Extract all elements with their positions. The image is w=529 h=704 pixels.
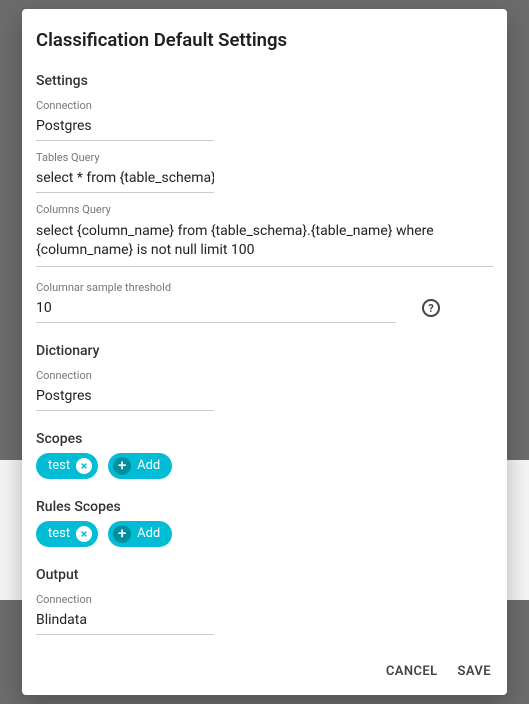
columnar-threshold-field: Columnar sample threshold ? — [36, 281, 493, 323]
tables-query-label: Tables Query — [36, 151, 493, 164]
classification-settings-dialog: Classification Default Settings Settings… — [22, 9, 507, 695]
dialog-title: Classification Default Settings — [22, 9, 507, 59]
add-rules-scope-label: Add — [137, 526, 160, 541]
dictionary-connection-input[interactable] — [36, 384, 214, 411]
dictionary-connection-label: Connection — [36, 369, 493, 382]
columns-query-label: Columns Query — [36, 203, 493, 216]
add-scope-label: Add — [137, 458, 160, 473]
plus-icon: + — [113, 457, 131, 475]
save-button[interactable]: SAVE — [458, 664, 491, 679]
close-icon[interactable]: × — [76, 458, 92, 474]
add-scope-button[interactable]: + Add — [108, 453, 172, 479]
tables-query-field: Tables Query — [36, 151, 493, 193]
output-connection-label: Connection — [36, 593, 493, 606]
scope-chip-label: test — [48, 458, 70, 473]
section-dictionary: Dictionary — [36, 343, 493, 359]
settings-connection-input[interactable] — [36, 114, 214, 141]
rules-scopes-chip-row: test × + Add — [36, 521, 493, 547]
dialog-actions: CANCEL SAVE — [22, 650, 507, 695]
columnar-threshold-label: Columnar sample threshold — [36, 281, 493, 294]
output-connection-input[interactable] — [36, 608, 214, 635]
settings-connection-label: Connection — [36, 99, 493, 112]
help-icon[interactable]: ? — [422, 299, 440, 317]
scopes-chip-row: test × + Add — [36, 453, 493, 479]
columns-query-input[interactable] — [36, 218, 493, 267]
scope-chip[interactable]: test × — [36, 453, 98, 479]
columns-query-field: Columns Query — [36, 203, 493, 271]
cancel-button[interactable]: CANCEL — [386, 664, 438, 679]
dialog-body: Settings Connection Tables Query Columns… — [22, 59, 507, 650]
section-output: Output — [36, 567, 493, 583]
columnar-threshold-input[interactable] — [36, 296, 396, 323]
rules-scope-chip-label: test — [48, 526, 70, 541]
plus-icon: + — [113, 525, 131, 543]
section-settings: Settings — [36, 73, 493, 89]
rules-scope-chip[interactable]: test × — [36, 521, 98, 547]
tables-query-input[interactable] — [36, 166, 214, 193]
output-connection-field: Connection — [36, 593, 493, 635]
dictionary-connection-field: Connection — [36, 369, 493, 411]
section-scopes: Scopes — [36, 431, 493, 447]
add-rules-scope-button[interactable]: + Add — [108, 521, 172, 547]
settings-connection-field: Connection — [36, 99, 493, 141]
close-icon[interactable]: × — [76, 526, 92, 542]
section-rules-scopes: Rules Scopes — [36, 499, 493, 515]
